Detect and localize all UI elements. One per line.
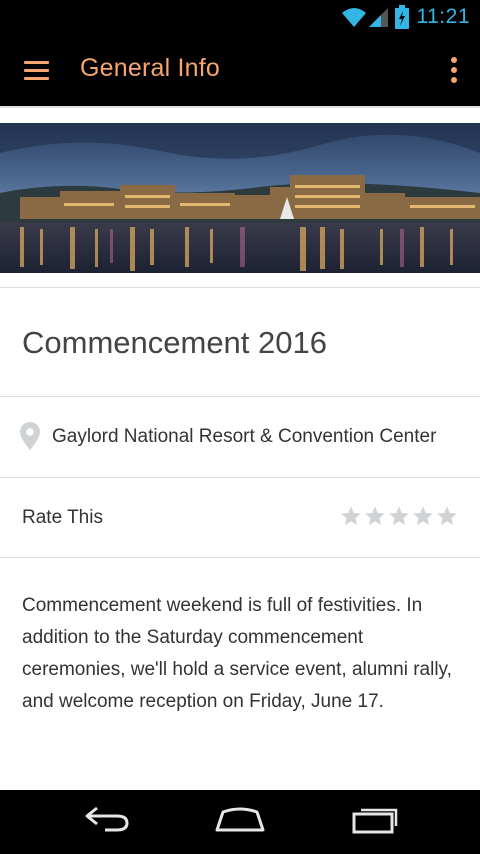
- location-row[interactable]: Gaylord National Resort & Convention Cen…: [0, 398, 480, 476]
- signal-icon: [368, 6, 389, 28]
- navigation-bar: [0, 790, 480, 854]
- recent-apps-icon[interactable]: [340, 804, 410, 842]
- divider: [0, 287, 480, 288]
- star-icon-4[interactable]: [412, 505, 434, 527]
- action-bar: General Info: [0, 33, 480, 108]
- hamburger-icon[interactable]: [16, 53, 58, 87]
- star-icon-3[interactable]: [388, 505, 410, 527]
- status-bar: 11:21: [0, 0, 480, 33]
- map-pin-icon: [20, 422, 40, 455]
- clock: 11:21: [416, 4, 470, 28]
- star-icon-5[interactable]: [436, 505, 458, 527]
- banner-image: [0, 123, 480, 273]
- wifi-icon: [341, 6, 367, 28]
- battery-icon: [394, 4, 409, 29]
- event-description: Commencement weekend is full of festivit…: [22, 595, 452, 712]
- rating-row: Rate This: [0, 478, 480, 556]
- overflow-menu-icon[interactable]: [440, 49, 468, 91]
- event-title: Commencement 2016: [22, 325, 327, 360]
- rate-label: Rate This: [22, 507, 103, 528]
- star-icon-2[interactable]: [364, 505, 386, 527]
- divider: [0, 557, 480, 558]
- home-icon[interactable]: [205, 804, 275, 842]
- star-icon-1[interactable]: [340, 505, 362, 527]
- star-rating[interactable]: [340, 505, 458, 527]
- back-icon[interactable]: [72, 804, 142, 842]
- page-title: General Info: [80, 54, 220, 82]
- event-location: Gaylord National Resort & Convention Cen…: [52, 426, 437, 447]
- divider: [0, 396, 480, 397]
